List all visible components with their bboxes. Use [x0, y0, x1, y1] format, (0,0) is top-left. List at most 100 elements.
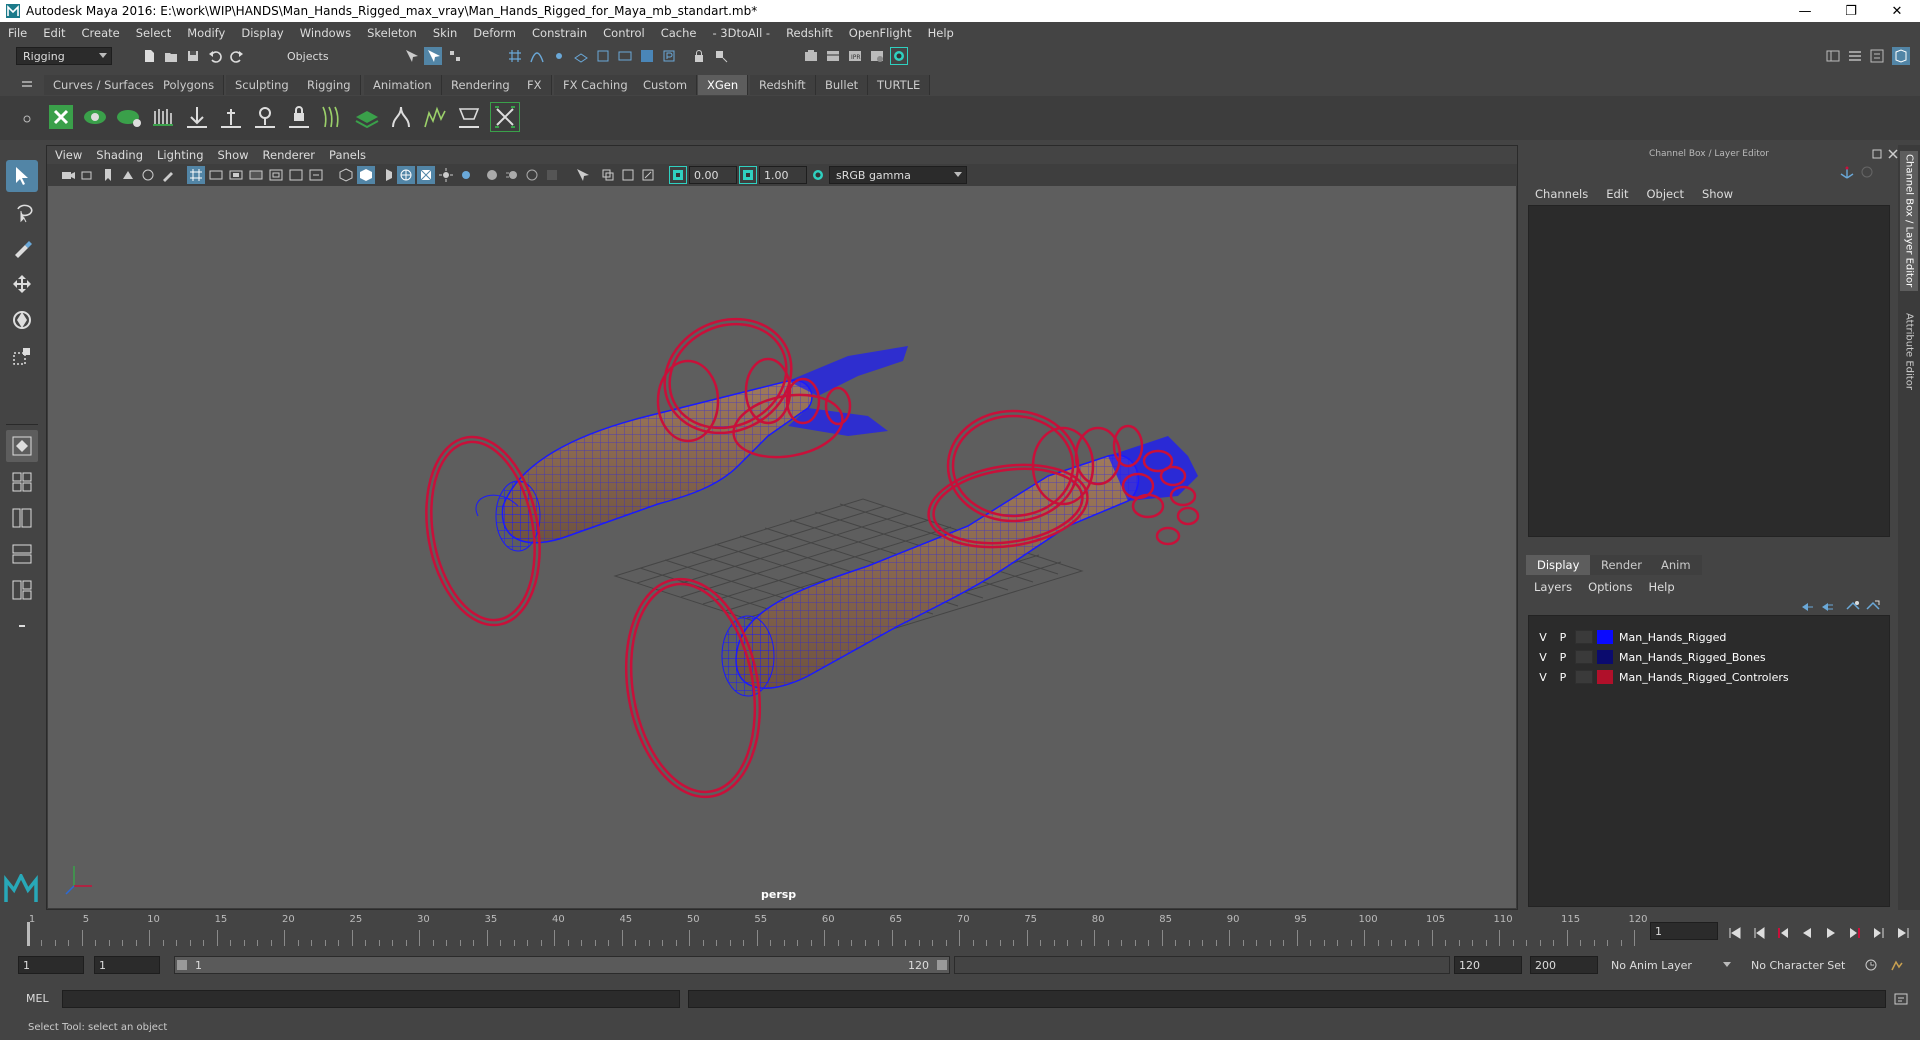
step-forward-key-icon[interactable]: [1846, 924, 1864, 942]
xray-icon[interactable]: [599, 166, 617, 184]
new-scene-icon[interactable]: [140, 47, 158, 65]
snap-view-icon[interactable]: [616, 47, 634, 65]
save-scene-icon[interactable]: [184, 47, 202, 65]
wireframe-on-shaded-icon[interactable]: [397, 166, 415, 184]
menu-modify[interactable]: Modify: [179, 26, 233, 40]
toggle-channel-box-icon[interactable]: [1892, 47, 1910, 65]
side-tab-attribute-editor[interactable]: Attribute Editor: [1900, 305, 1918, 397]
auto-key-icon[interactable]: [1862, 956, 1880, 974]
character-set-dropdown[interactable]: No Character Set: [1744, 956, 1866, 974]
xgen-preview-icon[interactable]: [80, 102, 110, 132]
current-time-indicator[interactable]: [27, 922, 30, 946]
command-language-label[interactable]: MEL: [26, 992, 49, 1005]
xgen-create-description-icon[interactable]: [114, 102, 144, 132]
step-forward-icon[interactable]: [1870, 924, 1888, 942]
layer-display-type[interactable]: [1575, 650, 1593, 664]
perspective-viewport[interactable]: persp: [48, 186, 1516, 908]
use-all-lights-icon[interactable]: [437, 166, 455, 184]
range-end-handle[interactable]: [937, 960, 947, 970]
gate-mask-icon[interactable]: [247, 166, 265, 184]
go-to-start-icon[interactable]: [1726, 924, 1744, 942]
layer-color-swatch[interactable]: [1597, 670, 1613, 684]
playback-end-field[interactable]: 120: [1454, 956, 1522, 974]
screen-space-ao-icon[interactable]: [483, 166, 501, 184]
2d-pan-zoom-icon[interactable]: [139, 166, 157, 184]
exposure-icon[interactable]: [669, 166, 687, 184]
paint-select-tool-icon[interactable]: [6, 232, 38, 264]
end-time-field[interactable]: 200: [1530, 956, 1598, 974]
xgen-groom-layers-icon[interactable]: [352, 102, 382, 132]
select-component-icon[interactable]: [446, 47, 464, 65]
shelf-tab-xgen[interactable]: XGen: [698, 75, 749, 95]
gamma-field[interactable]: 1.00: [759, 166, 807, 184]
construction-history-icon[interactable]: [660, 47, 678, 65]
textured-icon[interactable]: [417, 166, 435, 184]
render-frame-icon[interactable]: [824, 47, 842, 65]
safe-action-icon[interactable]: [287, 166, 305, 184]
shelf-tab-sculpting[interactable]: Sculpting: [226, 75, 299, 95]
menu-redshift[interactable]: Redshift: [778, 26, 841, 40]
persp-graph-layout-icon[interactable]: [6, 538, 38, 570]
xgen-groom-place-icon[interactable]: [182, 102, 212, 132]
image-plane-icon[interactable]: [119, 166, 137, 184]
layer-visibility-toggle[interactable]: V: [1533, 651, 1553, 664]
go-to-end-icon[interactable]: [1894, 924, 1912, 942]
layer-options-menu[interactable]: Options: [1580, 580, 1640, 594]
anim-layer-dropdown[interactable]: No Anim Layer: [1604, 956, 1736, 974]
xray-active-components-icon[interactable]: [619, 166, 637, 184]
menu-3dtoall[interactable]: - 3DtoAll -: [704, 26, 778, 40]
layer-color-swatch[interactable]: [1597, 630, 1613, 644]
shelf-tab-rendering[interactable]: Rendering: [442, 75, 520, 95]
undo-icon[interactable]: [206, 47, 224, 65]
history-icon[interactable]: [638, 47, 656, 65]
film-gate-icon[interactable]: [207, 166, 225, 184]
redo-icon[interactable]: [228, 47, 246, 65]
menu-edit[interactable]: Edit: [35, 26, 73, 40]
manipulator-icon[interactable]: [1838, 163, 1856, 181]
render-settings-icon[interactable]: [868, 47, 886, 65]
layer-row[interactable]: V P Man_Hands_Rigged_Controlers: [1533, 668, 1883, 686]
menu-help[interactable]: Help: [920, 26, 962, 40]
layer-row[interactable]: V P Man_Hands_Rigged_Bones: [1533, 648, 1883, 666]
xgen-groom-length-icon[interactable]: [216, 102, 246, 132]
play-backwards-icon[interactable]: [1798, 924, 1816, 942]
command-input[interactable]: [62, 990, 680, 1008]
viewport-menu-view[interactable]: View: [47, 146, 89, 164]
color-space-dropdown[interactable]: sRGB gamma: [829, 166, 967, 184]
scale-tool-icon[interactable]: [6, 340, 38, 372]
resolution-gate-icon[interactable]: [227, 166, 245, 184]
lasso-tool-icon[interactable]: [6, 196, 38, 228]
grease-pencil-icon[interactable]: [159, 166, 177, 184]
select-tool-icon[interactable]: [6, 160, 38, 192]
play-forwards-icon[interactable]: [1822, 924, 1840, 942]
bookmarks-icon[interactable]: [99, 166, 117, 184]
layer-playback-toggle[interactable]: P: [1553, 651, 1573, 664]
xray-joints-icon[interactable]: [639, 166, 657, 184]
range-start-handle[interactable]: [177, 960, 187, 970]
tab-anim[interactable]: Anim: [1650, 555, 1702, 575]
snap-point-icon[interactable]: [550, 47, 568, 65]
create-layer-from-selected-icon[interactable]: [1864, 598, 1882, 616]
shelf-tab-fx-caching[interactable]: FX Caching: [554, 75, 638, 95]
layer-visibility-toggle[interactable]: V: [1533, 671, 1553, 684]
create-empty-layer-icon[interactable]: [1844, 598, 1862, 616]
select-hierarchy-icon[interactable]: [402, 47, 420, 65]
viewport-menu-show[interactable]: Show: [211, 146, 256, 164]
xgen-groom-freeze-icon[interactable]: [284, 102, 314, 132]
menu-skin[interactable]: Skin: [425, 26, 465, 40]
layers-menu[interactable]: Layers: [1526, 580, 1580, 594]
script-editor-icon[interactable]: [1892, 990, 1910, 1008]
menu-display[interactable]: Display: [233, 26, 291, 40]
xgen-groom-noise-icon[interactable]: [420, 102, 450, 132]
field-chart-icon[interactable]: [267, 166, 285, 184]
ipr-render-icon[interactable]: IPR: [846, 47, 864, 65]
motion-blur-icon[interactable]: [503, 166, 521, 184]
menu-openflight[interactable]: OpenFlight: [841, 26, 920, 40]
xgen-groom-cut-icon[interactable]: [250, 102, 280, 132]
layer-display-type[interactable]: [1575, 670, 1593, 684]
open-scene-icon[interactable]: [162, 47, 180, 65]
toggle-attribute-editor-icon[interactable]: [1846, 47, 1864, 65]
select-camera-icon[interactable]: [59, 166, 77, 184]
shelf-tab-custom[interactable]: Custom: [634, 75, 698, 95]
xgen-editor-icon[interactable]: [46, 102, 76, 132]
